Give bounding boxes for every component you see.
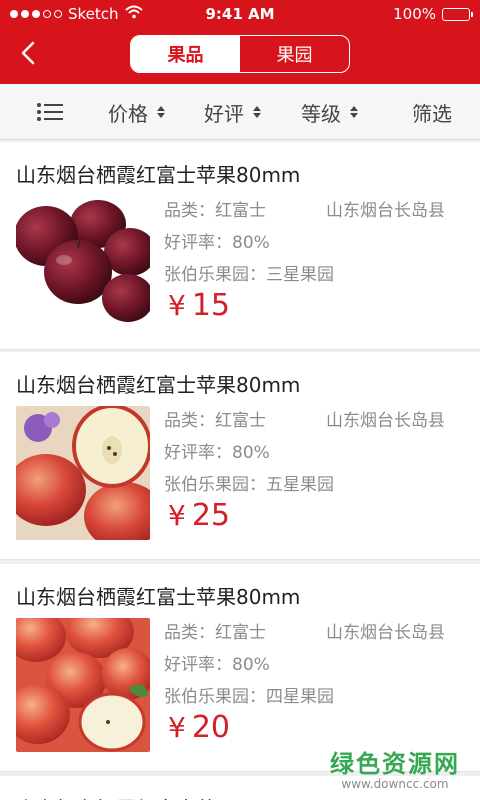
sort-arrows-icon: [253, 106, 261, 118]
product-card[interactable]: 山东烟台栖霞红富士苹果80mm 品类：红富士 山东烟台长岛县 好评率：80% 张…: [0, 142, 480, 350]
status-right: 100%: [393, 5, 473, 23]
product-rating: 好评率：80%: [164, 233, 270, 253]
product-rating: 好评率：80%: [164, 443, 270, 463]
watermark-sub: www.downcc.com: [341, 777, 449, 791]
watermark-main: 绿色资源网: [330, 750, 460, 778]
sort-grade-button[interactable]: 等级: [301, 84, 358, 140]
sort-rating-label: 好评: [204, 101, 244, 126]
tab-orchards[interactable]: 果园: [240, 36, 349, 72]
battery-icon: [442, 7, 473, 21]
sort-arrows-icon: [350, 106, 358, 118]
product-orchard: 张伯乐果园：四星果园: [164, 687, 334, 707]
sort-price-label: 价格: [108, 101, 148, 126]
sort-price-button[interactable]: 价格: [108, 84, 165, 140]
currency-symbol: ¥: [168, 711, 186, 744]
sort-grade-label: 等级: [301, 101, 341, 126]
filter-label: 筛选: [412, 101, 452, 126]
segmented-control: 果品 果园: [130, 35, 350, 73]
product-location: 山东烟台长岛县: [326, 411, 445, 431]
price-value: 15: [191, 288, 231, 323]
watermark: 绿色资源网 www.downcc.com: [330, 744, 460, 791]
product-price: ¥ 15: [168, 288, 230, 323]
product-rating: 好评率：80%: [164, 655, 270, 675]
currency-symbol: ¥: [168, 289, 186, 322]
product-image: [16, 618, 150, 752]
tab-products[interactable]: 果品: [131, 36, 240, 72]
product-card[interactable]: 山东烟台栖霞红富士苹果80mm 品类：红富士 山东烟台长岛县 好评率：80% 张…: [0, 564, 480, 772]
product-title: 山东烟台栖霞红富士苹果80mm: [16, 585, 301, 609]
product-category: 品类：红富士: [164, 201, 266, 221]
product-orchard: 张伯乐果园：三星果园: [164, 265, 334, 285]
price-value: 20: [191, 710, 231, 745]
price-value: 25: [191, 498, 231, 533]
currency-symbol: ¥: [168, 499, 186, 532]
product-orchard: 张伯乐果园：五星果园: [164, 475, 334, 495]
list-icon: [37, 103, 63, 121]
product-image: [16, 406, 150, 540]
product-price: ¥ 25: [168, 498, 230, 533]
product-location: 山东烟台长岛县: [326, 623, 445, 643]
product-card[interactable]: 山东烟台栖霞红富士苹果80mm 品类：红富士 山东烟台长岛县 好评率：80% 张…: [0, 352, 480, 560]
list-view-button[interactable]: [36, 84, 64, 140]
product-category: 品类：红富士: [164, 623, 266, 643]
filter-bar: 价格 好评 等级 筛选: [0, 84, 480, 140]
back-button[interactable]: [14, 38, 44, 68]
app-header: Sketch 9:41 AM 100% 果品 果园: [0, 0, 480, 84]
battery-percent: 100%: [393, 5, 436, 23]
chevron-left-icon: [21, 41, 35, 65]
sort-arrows-icon: [157, 106, 165, 118]
product-image: [16, 196, 150, 330]
product-price: ¥ 20: [168, 710, 230, 745]
status-bar: Sketch 9:41 AM 100%: [0, 0, 480, 28]
sort-rating-button[interactable]: 好评: [204, 84, 261, 140]
product-title: 山东烟台栖霞红富士苹果80mm: [16, 163, 301, 187]
product-title: 山东烟台栖霞红富士苹果80mm: [16, 373, 301, 397]
filter-button[interactable]: 筛选: [412, 84, 452, 140]
product-location: 山东烟台长岛县: [326, 201, 445, 221]
product-title: 山东烟台栖霞红富士苹果80mm: [16, 793, 300, 800]
product-category: 品类：红富士: [164, 411, 266, 431]
